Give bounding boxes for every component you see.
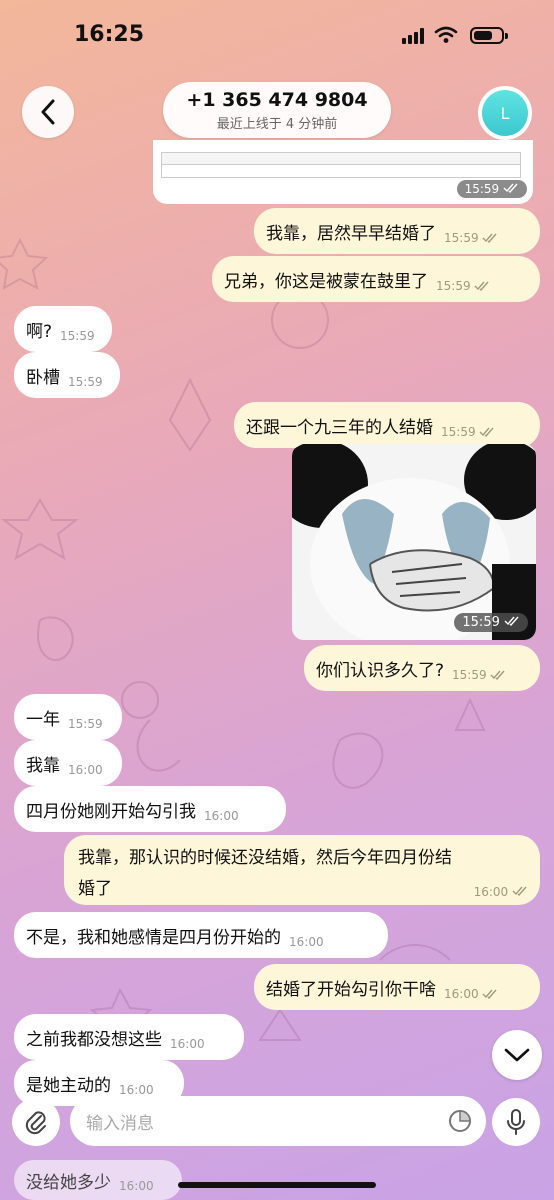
panda-face-sticker [292, 444, 536, 640]
wifi-icon [434, 26, 458, 43]
message-time: 16:00 [170, 1037, 205, 1051]
message-text: 四月份她刚开始勾引我 [26, 801, 196, 822]
message-outgoing[interactable]: 我靠，居然早早结婚了 15:59 [254, 208, 540, 254]
back-button[interactable] [22, 86, 74, 138]
message-time: 15:59 [454, 613, 528, 632]
avatar-letter: L [482, 90, 528, 136]
message-time: 16:00 [119, 1179, 154, 1193]
microphone-icon [507, 1109, 525, 1135]
message-text-line1: 我靠，那认识的时候还没结婚，然后今年四月份结 [78, 848, 452, 868]
message-time: 15:59 [444, 231, 479, 245]
message-text: 兄弟，你这是被蒙在鼓里了 [224, 271, 428, 292]
double-check-icon [512, 886, 527, 897]
message-time: 16:00 [444, 987, 479, 1001]
message-incoming[interactable]: 一年 15:59 [14, 694, 122, 740]
message-time: 15:59 [436, 279, 471, 293]
double-check-icon [490, 670, 505, 680]
message-outgoing[interactable]: 我靠，那认识的时候还没结婚，然后今年四月份结 婚了 16:00 [64, 835, 540, 905]
message-incoming[interactable]: 啊? 15:59 [14, 306, 112, 352]
message-text: 我靠 [26, 755, 60, 776]
message-time: 15:59 [68, 717, 103, 731]
message-text: 你们认识多久了? [316, 660, 445, 681]
double-check-icon [479, 427, 494, 437]
message-time: 15:59 [60, 329, 95, 343]
battery-icon [470, 27, 508, 44]
message-text: 还跟一个九三年的人结婚 [246, 417, 433, 438]
attach-button[interactable] [12, 1098, 60, 1146]
scroll-to-bottom-button[interactable] [492, 1030, 542, 1080]
status-time: 16:25 [74, 22, 145, 47]
message-time: 16:00 [68, 763, 103, 777]
message-time: 16:00 [474, 885, 528, 899]
message-time: 15:59 [441, 425, 476, 439]
chat-title[interactable]: +1 365 474 9804 最近上线于 4 分钟前 [163, 82, 391, 138]
message-incoming[interactable]: 卧槽 15:59 [14, 352, 120, 398]
message-time: 15:59 [68, 375, 103, 389]
message-outgoing[interactable]: 兄弟，你这是被蒙在鼓里了 15:59 [212, 256, 540, 302]
chevron-left-icon [41, 99, 55, 125]
voice-record-button[interactable] [492, 1098, 540, 1146]
message-incoming[interactable]: 我靠 16:00 [14, 740, 122, 786]
image-message-document[interactable]: 15:59 [153, 140, 533, 204]
double-check-icon [482, 989, 497, 999]
message-time: 16:00 [289, 935, 324, 949]
double-check-icon [504, 616, 519, 627]
message-incoming[interactable]: 之前我都没想这些 16:00 [14, 1014, 244, 1060]
message-time: 15:59 [456, 180, 527, 198]
message-outgoing[interactable]: 还跟一个九三年的人结婚 15:59 [234, 402, 540, 448]
message-time: 16:00 [204, 809, 239, 823]
message-text: 不是，我和她感情是四月份开始的 [26, 927, 281, 948]
chevron-down-icon [504, 1048, 530, 1062]
home-indicator [178, 1182, 376, 1188]
message-incoming[interactable]: 四月份她刚开始勾引我 16:00 [14, 786, 286, 832]
message-time: 15:59 [452, 668, 487, 682]
last-seen-status: 最近上线于 4 分钟前 [216, 117, 338, 132]
message-text: 卧槽 [26, 367, 60, 388]
paperclip-icon [25, 1111, 46, 1135]
message-input-placeholder: 输入消息 [86, 1113, 154, 1134]
document-table-image [161, 152, 521, 178]
avatar[interactable]: L [478, 86, 532, 140]
double-check-icon [482, 233, 497, 243]
message-text: 我靠，居然早早结婚了 [266, 223, 436, 244]
message-text: 没给她多少 [26, 1172, 111, 1193]
cellular-signal-icon [402, 28, 424, 44]
message-outgoing[interactable]: 结婚了开始勾引你干啥 16:00 [254, 964, 540, 1010]
sticker-message[interactable]: 15:59 [292, 444, 536, 640]
message-text-line2: 婚了 [78, 879, 112, 899]
message-text: 啊? [26, 321, 53, 342]
sticker-icon[interactable] [448, 1109, 472, 1133]
message-text: 一年 [26, 709, 60, 730]
message-text: 之前我都没想这些 [26, 1029, 162, 1050]
double-check-icon [503, 183, 518, 194]
message-text: 结婚了开始勾引你干啥 [266, 979, 436, 1000]
double-check-icon [474, 281, 489, 291]
message-input[interactable]: 输入消息 [70, 1096, 486, 1146]
message-incoming[interactable]: 没给她多少 16:00 [14, 1160, 182, 1200]
status-bar: 16:25 [0, 0, 554, 72]
message-outgoing[interactable]: 你们认识多久了? 15:59 [304, 645, 540, 691]
message-incoming[interactable]: 不是，我和她感情是四月份开始的 16:00 [14, 912, 388, 958]
contact-name: +1 365 474 9804 [186, 89, 368, 111]
